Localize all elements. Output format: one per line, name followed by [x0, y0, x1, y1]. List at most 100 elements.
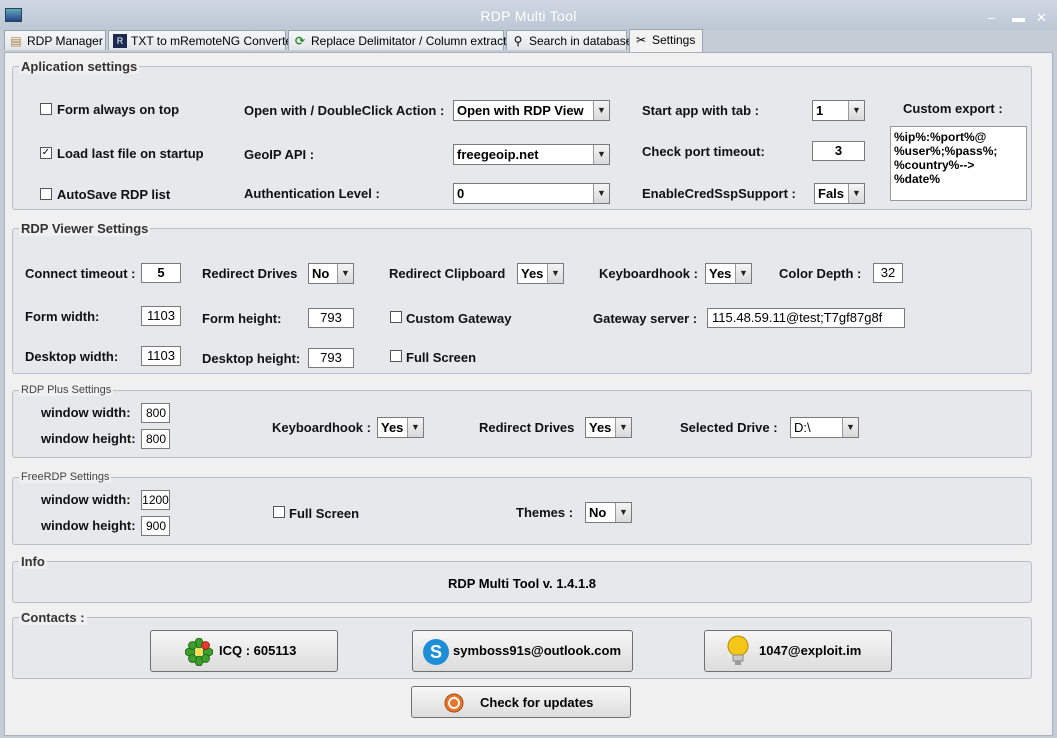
skype-button[interactable]: S symboss91s@outlook.com: [412, 630, 633, 672]
desktop-height-label: Desktop height:: [202, 351, 301, 366]
group-legend: FreeRDP Settings: [19, 471, 112, 483]
gateway-server-input[interactable]: 115.48.59.11@test;T7gf87g8f: [707, 308, 905, 328]
version-text: RDP Multi Tool v. 1.4.1.8: [447, 576, 597, 591]
redirect-clipboard-dropdown[interactable]: Yes ▼: [517, 263, 564, 284]
custom-export-label: Custom export :: [903, 101, 1003, 116]
tab-replace-delimitator[interactable]: ⟳ Replace Delimitator / Column extractor: [288, 30, 517, 50]
group-legend: RDP Viewer Settings: [19, 221, 151, 236]
tab-rdp-manager[interactable]: ▤ RDP Manager: [4, 30, 106, 50]
freerdp-settings-group: FreeRDP Settings window width: 1200 wind…: [12, 471, 1032, 545]
rdp-plus-window-height-input[interactable]: 800: [141, 429, 170, 449]
rdp-plus-redirect-drives-label: Redirect Drives: [479, 420, 575, 435]
tab-search-database[interactable]: ⚲ Search in database: [506, 30, 632, 50]
rdp-plus-keyboardhook-dropdown[interactable]: Yes ▼: [377, 417, 424, 438]
form-always-on-top-checkbox[interactable]: [40, 103, 52, 115]
chevron-down-icon: ▼: [337, 264, 353, 283]
custom-export-textarea[interactable]: %ip%:%port%@ %user%;%pass%; %country%-->…: [890, 126, 1027, 201]
port-timeout-input[interactable]: 3: [812, 141, 865, 161]
rdp-plus-keyboardhook-label: Keyboardhook :: [272, 420, 371, 435]
tab-txt-converter[interactable]: R TXT to mRemoteNG Converter: [108, 30, 296, 50]
keyboardhook-label: Keyboardhook :: [599, 266, 698, 281]
chevron-down-icon: ▼: [848, 101, 864, 120]
icq-button[interactable]: ICQ : 605113: [150, 630, 338, 672]
chevron-down-icon: ▼: [848, 184, 864, 203]
rdp-plus-redirect-drives-dropdown[interactable]: Yes ▼: [585, 417, 632, 438]
rdp-plus-window-height-label: window height:: [41, 431, 136, 446]
check-updates-label: Check for updates: [480, 695, 594, 710]
icq-flower-icon: [185, 638, 213, 666]
desktop-width-input[interactable]: 1103: [141, 346, 181, 366]
maximize-button[interactable]: ▬: [1012, 10, 1025, 25]
info-group: Info RDP Multi Tool v. 1.4.1.8: [12, 554, 1032, 603]
credssp-dropdown[interactable]: Fals ▼: [814, 183, 865, 204]
lightbulb-icon: [727, 635, 749, 665]
contacts-group: Contacts : ICQ : 605113 S symboss91s@out…: [12, 610, 1032, 679]
freerdp-window-width-input[interactable]: 1200: [141, 490, 170, 510]
load-last-file-checkbox[interactable]: ✓: [40, 147, 52, 159]
chevron-down-icon: ▼: [735, 264, 751, 283]
themes-dropdown[interactable]: No ▼: [585, 502, 632, 523]
title-bar: RDP Multi Tool – ▬ ✕: [0, 0, 1057, 30]
connect-timeout-label: Connect timeout :: [25, 266, 136, 281]
full-screen-checkbox[interactable]: [390, 350, 402, 362]
chevron-down-icon: ▼: [615, 418, 631, 437]
rdp-plus-window-width-input[interactable]: 800: [141, 403, 170, 423]
custom-gateway-checkbox[interactable]: [390, 311, 402, 323]
check-updates-button[interactable]: Check for updates: [411, 686, 631, 718]
selected-drive-dropdown[interactable]: D:\ ▼: [790, 417, 859, 438]
desktop-height-input[interactable]: 793: [308, 348, 354, 368]
chevron-down-icon: ▼: [593, 101, 609, 120]
tab-strip: ▤ RDP Manager R TXT to mRemoteNG Convert…: [4, 29, 1054, 52]
group-legend: Aplication settings: [19, 59, 140, 74]
settings-icon: ✂: [635, 33, 647, 47]
themes-label: Themes :: [516, 505, 574, 520]
app-window: RDP Multi Tool – ▬ ✕ ▤ RDP Manager R TXT…: [0, 0, 1057, 738]
converter-icon: R: [113, 34, 127, 48]
application-settings-group: Aplication settings Form always on top ✓…: [12, 59, 1032, 210]
update-icon: [444, 693, 464, 713]
form-always-on-top-label: Form always on top: [57, 102, 180, 117]
search-icon: ⚲: [513, 34, 523, 48]
credssp-label: EnableCredSspSupport :: [642, 186, 796, 201]
freerdp-full-screen-checkbox[interactable]: [273, 506, 285, 518]
close-button[interactable]: ✕: [1036, 10, 1047, 26]
color-depth-input[interactable]: 32: [873, 263, 903, 283]
open-with-dropdown[interactable]: Open with RDP View ▼: [453, 100, 610, 121]
form-width-input[interactable]: 1103: [141, 306, 181, 326]
jabber-button[interactable]: 1047@exploit.im: [704, 630, 892, 672]
window-title: RDP Multi Tool: [480, 8, 577, 24]
freerdp-window-height-label: window height:: [41, 518, 136, 533]
rdp-plus-window-width-label: window width:: [41, 405, 131, 420]
redirect-drives-dropdown[interactable]: No ▼: [308, 263, 354, 284]
redirect-clipboard-label: Redirect Clipboard: [389, 266, 506, 281]
jabber-label: 1047@exploit.im: [759, 643, 862, 658]
auth-level-dropdown[interactable]: 0 ▼: [453, 183, 610, 204]
chevron-down-icon: ▼: [407, 418, 423, 437]
freerdp-full-screen-label: Full Screen: [289, 506, 360, 521]
gateway-server-label: Gateway server :: [593, 311, 698, 326]
connect-timeout-input[interactable]: 5: [141, 263, 181, 283]
database-icon: ▤: [10, 34, 22, 48]
keyboardhook-dropdown[interactable]: Yes ▼: [705, 263, 752, 284]
freerdp-window-width-label: window width:: [41, 492, 131, 507]
refresh-icon: ⟳: [294, 34, 306, 48]
chevron-down-icon: ▼: [593, 145, 609, 164]
minimize-button[interactable]: –: [988, 10, 995, 25]
port-timeout-label: Check port timeout:: [642, 144, 765, 159]
freerdp-window-height-input[interactable]: 900: [141, 516, 170, 536]
tab-settings[interactable]: ✂ Settings: [629, 29, 703, 52]
color-depth-label: Color Depth :: [779, 266, 862, 281]
autosave-checkbox[interactable]: [40, 188, 52, 200]
auth-level-label: Authentication Level :: [244, 186, 380, 201]
form-width-label: Form width:: [25, 309, 100, 324]
settings-panel: Aplication settings Form always on top ✓…: [4, 52, 1053, 736]
chevron-down-icon: ▼: [547, 264, 563, 283]
skype-label: symboss91s@outlook.com: [453, 643, 622, 658]
geoip-dropdown[interactable]: freegeoip.net ▼: [453, 144, 610, 165]
group-legend: Info: [19, 554, 47, 569]
redirect-drives-label: Redirect Drives: [202, 266, 298, 281]
geoip-label: GeoIP API :: [244, 147, 315, 162]
form-height-input[interactable]: 793: [308, 308, 354, 328]
desktop-width-label: Desktop width:: [25, 349, 119, 364]
start-tab-dropdown[interactable]: 1 ▼: [812, 100, 865, 121]
